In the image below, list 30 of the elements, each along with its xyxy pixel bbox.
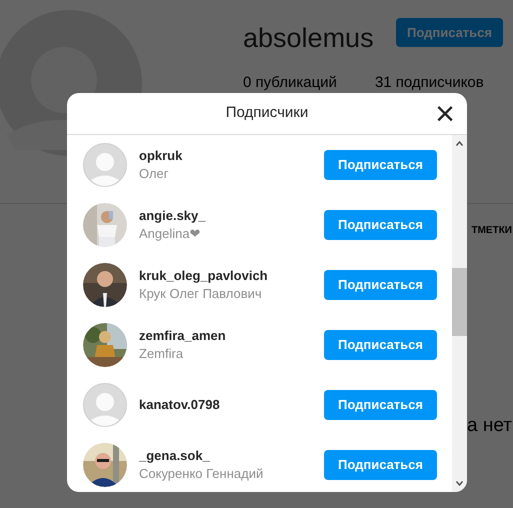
profile-username: absolemus <box>243 22 374 55</box>
dialog-title: Подписчики <box>226 103 308 124</box>
follower-name: Крук Олег Павлович <box>139 285 262 303</box>
follower-username[interactable]: _gena.sok_ <box>139 447 210 465</box>
avatar-placeholder-icon <box>83 383 127 427</box>
scroll-up-icon[interactable] <box>456 141 463 146</box>
follower-name: Сокуренко Геннадий <box>139 465 264 483</box>
empty-state-text: а нет <box>467 414 512 438</box>
follower-username[interactable]: angie.sky_ <box>139 207 206 225</box>
tab-label[interactable]: ТМЕТКИ <box>471 223 512 238</box>
follower-username[interactable]: kanatov.0798 <box>139 396 220 414</box>
follow-button[interactable]: Подписаться <box>396 18 503 47</box>
follower-username[interactable]: kruk_oleg_pavlovich <box>139 267 268 285</box>
follower-name: Angelina❤ <box>139 225 201 243</box>
follower-name: Олег <box>139 165 169 183</box>
scroll-down-icon[interactable] <box>456 481 463 486</box>
follow-button[interactable]: Подписаться <box>324 390 437 420</box>
scrollbar[interactable] <box>452 135 467 492</box>
profile-stat: 0 публикаций <box>243 73 337 93</box>
follower-username[interactable]: opkruk <box>139 147 182 165</box>
profile-stat: 31 подписчиков <box>374 73 484 93</box>
follower-name: Zemfira <box>139 345 184 363</box>
follower-username[interactable]: zemfira_amen <box>139 327 226 345</box>
follow-button[interactable]: Подписаться <box>324 330 437 360</box>
follow-button[interactable]: Подписаться <box>324 450 437 480</box>
follow-button[interactable]: Подписаться <box>324 210 437 240</box>
follow-button[interactable]: Подписаться <box>324 270 437 300</box>
scroll-thumb[interactable] <box>452 268 467 336</box>
follow-button[interactable]: Подписаться <box>324 150 437 180</box>
close-button[interactable]: × <box>435 97 455 131</box>
